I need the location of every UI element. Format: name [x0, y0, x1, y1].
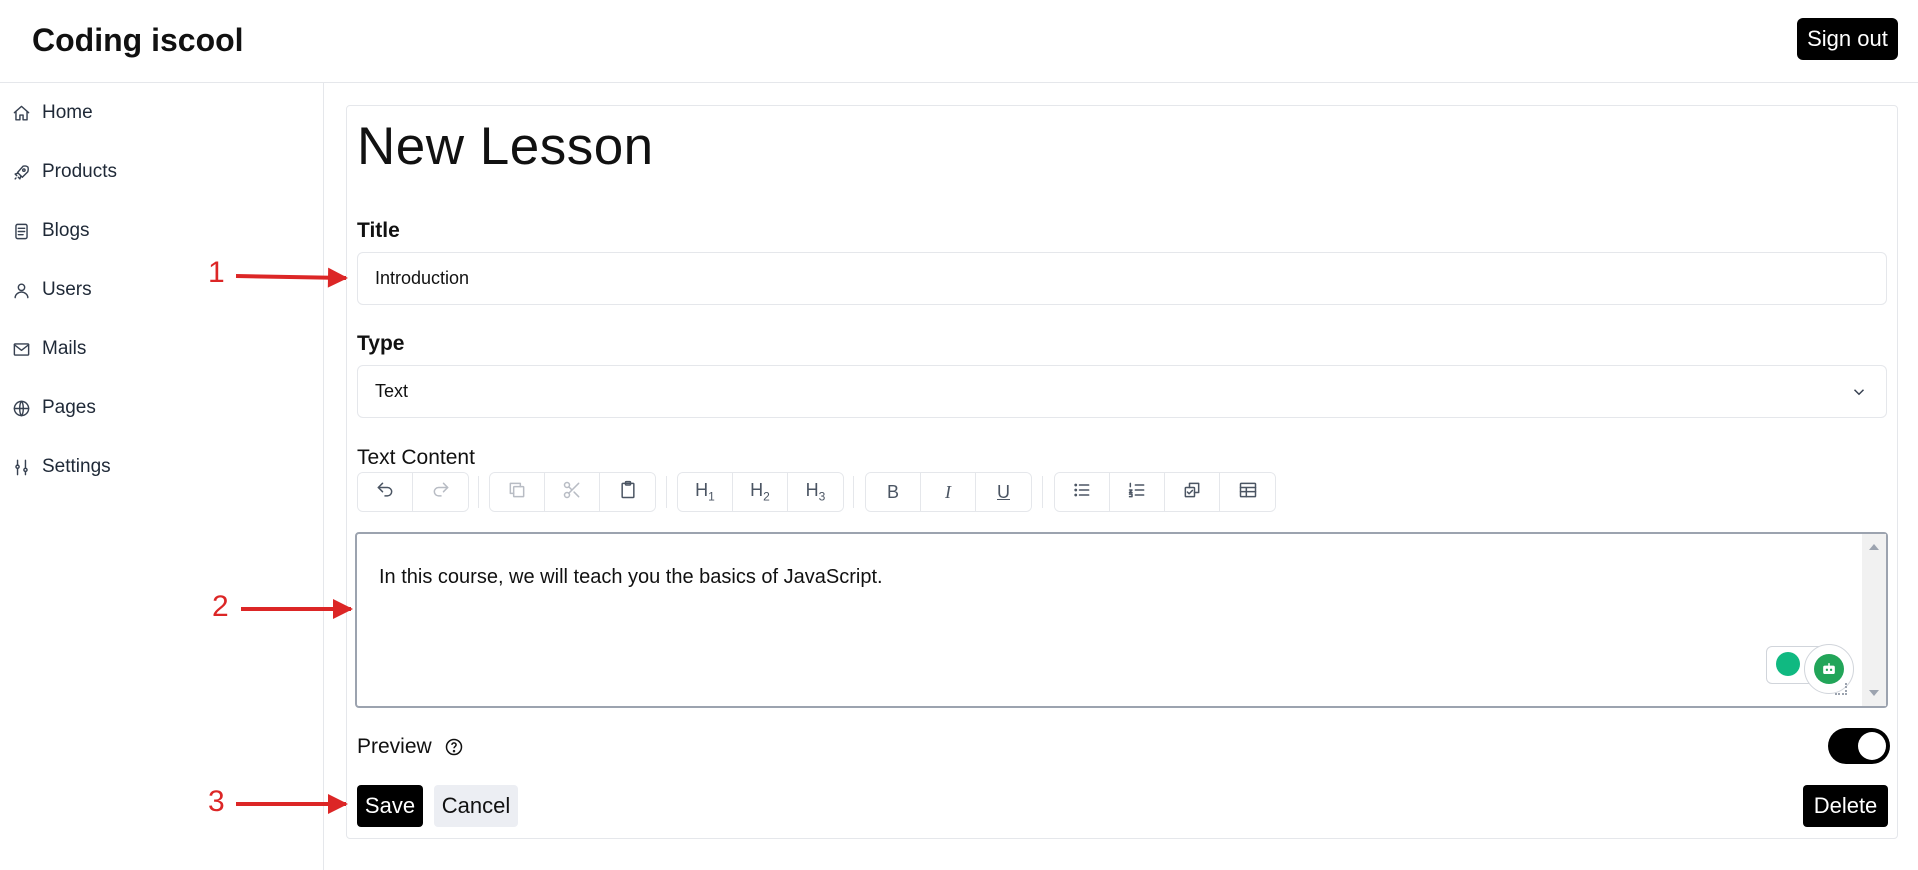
sidebar-item-label: Users: [42, 279, 92, 300]
type-select[interactable]: Text: [357, 365, 1887, 418]
clipboard-toolbar-group: [489, 472, 656, 512]
sidebar-item-products[interactable]: Products: [10, 152, 117, 192]
sidebar-item-users[interactable]: Users: [10, 270, 92, 310]
toggle-knob: [1858, 732, 1886, 760]
checklist-button[interactable]: [1165, 473, 1220, 511]
sidebar-item-label: Pages: [42, 397, 96, 418]
sidebar-item-home[interactable]: Home: [10, 93, 93, 133]
sidebar: Home Products Blogs Users Mails Pages Se…: [0, 83, 324, 870]
preview-label: Preview: [357, 735, 432, 758]
scroll-down-arrow-icon[interactable]: [1869, 690, 1879, 696]
toolbar-divider: [478, 476, 479, 508]
scissors-icon: [562, 480, 582, 505]
sign-out-button[interactable]: Sign out: [1797, 18, 1898, 60]
heading-3-icon: H3: [805, 480, 826, 504]
rocket-icon: [10, 161, 32, 183]
copy-icon: [507, 480, 527, 505]
mail-icon: [10, 338, 32, 360]
toolbar-divider: [666, 476, 667, 508]
preview-toggle[interactable]: [1828, 728, 1890, 764]
cancel-button[interactable]: Cancel: [434, 785, 518, 827]
toolbar-divider: [853, 476, 854, 508]
history-toolbar-group: [357, 472, 469, 512]
annotation-arrow-3: [236, 794, 348, 814]
italic-icon: I: [945, 481, 951, 502]
text-content-label: Text Content: [357, 446, 475, 469]
list-toolbar-group: [1054, 472, 1276, 512]
underline-button[interactable]: U: [976, 473, 1031, 511]
type-select-value: Text: [375, 381, 409, 401]
redo-icon: [431, 480, 451, 505]
bullet-list-button[interactable]: [1055, 473, 1110, 511]
cut-button[interactable]: [545, 473, 600, 511]
bold-icon: B: [886, 481, 899, 502]
annotation-number-1: 1: [208, 256, 225, 289]
annotation-arrow-2: [241, 599, 353, 619]
redo-button[interactable]: [413, 473, 468, 511]
bold-button[interactable]: B: [866, 473, 921, 511]
heading-3-button[interactable]: H3: [788, 473, 843, 511]
copy-button[interactable]: [490, 473, 545, 511]
text-content-editor[interactable]: In this course, we will teach you the ba…: [355, 532, 1888, 708]
delete-button[interactable]: Delete: [1803, 785, 1888, 827]
underline-icon: U: [997, 481, 1010, 502]
sidebar-item-label: Home: [42, 102, 93, 123]
sidebar-item-label: Mails: [42, 338, 87, 359]
document-icon: [10, 220, 32, 242]
editor-content: In this course, we will teach you the ba…: [379, 566, 883, 588]
globe-icon: [10, 397, 32, 419]
sidebar-item-label: Products: [42, 161, 117, 182]
save-button[interactable]: Save: [357, 785, 423, 827]
heading-1-icon: H1: [695, 480, 715, 504]
page-title: New Lesson: [357, 117, 654, 176]
title-label: Title: [357, 219, 400, 242]
sidebar-item-label: Blogs: [42, 220, 90, 241]
paste-button[interactable]: [600, 473, 655, 511]
toolbar-divider: [1042, 476, 1043, 508]
undo-icon: [375, 480, 395, 505]
scroll-up-arrow-icon[interactable]: [1869, 544, 1879, 550]
annotation-number-2: 2: [212, 590, 229, 623]
table-button[interactable]: [1220, 473, 1275, 511]
help-icon[interactable]: [444, 737, 464, 757]
brand-logo[interactable]: Coding iscool: [32, 22, 244, 59]
annotation-number-3: 3: [208, 785, 225, 818]
type-label: Type: [357, 332, 405, 355]
home-icon: [10, 102, 32, 124]
heading-2-icon: H2: [750, 480, 770, 504]
numbered-list-button[interactable]: [1110, 473, 1165, 511]
bullet-list-icon: [1072, 480, 1092, 505]
numbered-list-icon: [1127, 480, 1147, 505]
sliders-icon: [10, 456, 32, 478]
chevron-down-icon: [1850, 383, 1868, 401]
lightbulb-icon[interactable]: [1776, 652, 1800, 676]
resize-handle-icon[interactable]: [1835, 683, 1847, 695]
top-header: Coding iscool Sign out: [0, 0, 1918, 83]
checklist-icon: [1182, 480, 1202, 505]
sidebar-item-label: Settings: [42, 456, 111, 477]
sidebar-item-pages[interactable]: Pages: [10, 388, 96, 428]
heading-1-button[interactable]: H1: [678, 473, 733, 511]
format-toolbar-group: B I U: [865, 472, 1032, 512]
table-icon: [1238, 480, 1258, 505]
title-input[interactable]: Introduction: [357, 252, 1887, 305]
italic-button[interactable]: I: [921, 473, 976, 511]
sidebar-item-settings[interactable]: Settings: [10, 447, 111, 487]
heading-toolbar-group: H1 H2 H3: [677, 472, 844, 512]
editor-scrollbar[interactable]: [1862, 534, 1886, 706]
preview-row: Preview: [357, 735, 464, 759]
sidebar-item-blogs[interactable]: Blogs: [10, 211, 90, 251]
user-icon: [10, 279, 32, 301]
robot-icon: [1814, 654, 1844, 684]
clipboard-icon: [618, 480, 638, 505]
undo-button[interactable]: [358, 473, 413, 511]
sidebar-item-mails[interactable]: Mails: [10, 329, 86, 369]
heading-2-button[interactable]: H2: [733, 473, 788, 511]
title-input-value: Introduction: [375, 268, 470, 288]
